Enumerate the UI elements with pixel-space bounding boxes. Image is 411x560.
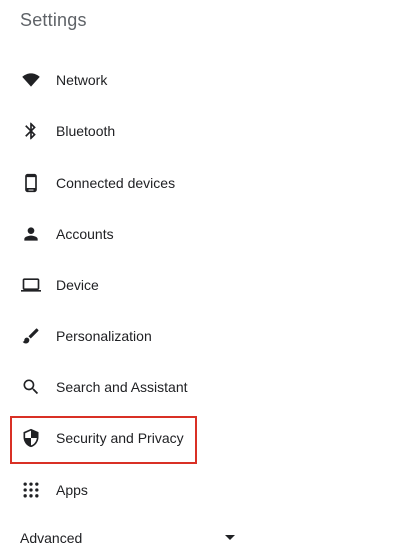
nav-item-label: Personalization bbox=[56, 328, 152, 344]
nav-item-label: Connected devices bbox=[56, 175, 176, 191]
nav-item-label: Bluetooth bbox=[56, 123, 116, 139]
laptop-icon bbox=[20, 274, 42, 296]
nav-item-label: Network bbox=[56, 72, 108, 88]
page-title: Settings bbox=[20, 10, 87, 30]
settings-page: Settings Network Bluetooth Connected dev… bbox=[0, 0, 411, 560]
nav-item-label: Device bbox=[56, 277, 99, 293]
nav-item-search-and-assistant[interactable]: Search and Assistant bbox=[0, 367, 260, 407]
nav-item-security-and-privacy[interactable]: Security and Privacy bbox=[0, 418, 260, 458]
nav-item-accounts[interactable]: Accounts bbox=[0, 214, 260, 254]
apps-grid-icon bbox=[20, 479, 42, 501]
advanced-label: Advanced bbox=[20, 530, 83, 546]
bluetooth-icon bbox=[20, 120, 42, 142]
person-icon bbox=[20, 223, 42, 245]
nav-item-connected-devices[interactable]: Connected devices bbox=[0, 163, 260, 203]
nav-item-bluetooth[interactable]: Bluetooth bbox=[0, 111, 260, 151]
nav-item-label: Search and Assistant bbox=[56, 379, 188, 395]
brush-icon bbox=[20, 325, 42, 347]
caret-down-icon bbox=[225, 535, 235, 540]
search-icon bbox=[20, 376, 42, 398]
nav-item-device[interactable]: Device bbox=[0, 265, 260, 305]
wifi-icon bbox=[20, 69, 42, 91]
shield-icon bbox=[20, 427, 42, 449]
nav-item-label: Accounts bbox=[56, 226, 114, 242]
nav-item-label: Security and Privacy bbox=[56, 430, 184, 446]
phone-icon bbox=[20, 172, 42, 194]
nav-item-network[interactable]: Network bbox=[0, 60, 260, 100]
nav-item-apps[interactable]: Apps bbox=[0, 470, 260, 510]
advanced-toggle[interactable]: Advanced bbox=[0, 524, 260, 552]
nav-item-label: Apps bbox=[56, 482, 88, 498]
nav-item-personalization[interactable]: Personalization bbox=[0, 316, 260, 356]
